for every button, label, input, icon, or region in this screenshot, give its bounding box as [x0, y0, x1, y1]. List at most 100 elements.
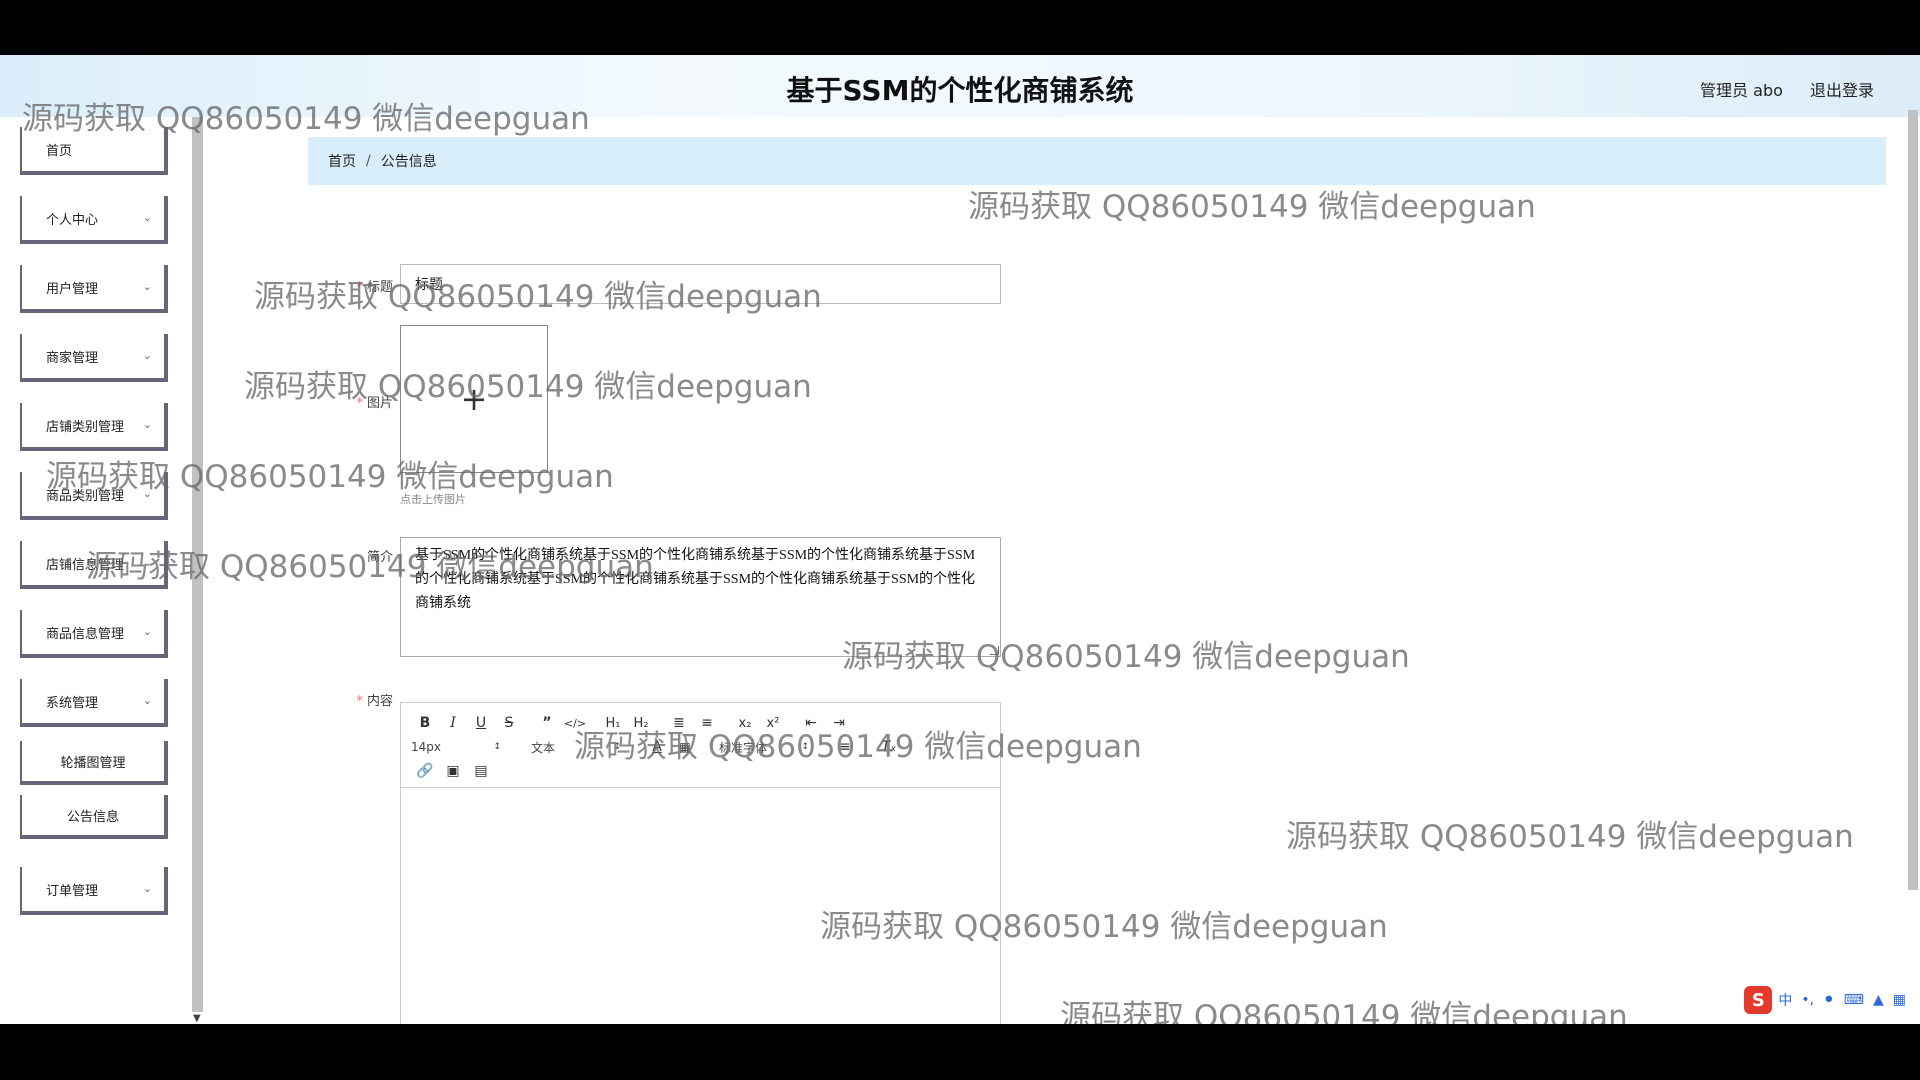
- sidebar-item-label: 订单管理: [46, 883, 99, 899]
- chevron-down-icon: ⌄: [142, 349, 152, 362]
- heading-1-icon[interactable]: H₁: [599, 712, 627, 734]
- chevron-down-icon: ⌄: [142, 418, 152, 431]
- title-input[interactable]: 标题: [400, 264, 1001, 304]
- background-color-icon[interactable]: ▦: [671, 736, 699, 758]
- intro-label: 简介: [273, 546, 393, 565]
- toolbar-row-3: 🔗 ▣ ▤: [411, 759, 495, 783]
- chevron-down-icon: ⌄: [142, 556, 152, 569]
- required-mark: *: [356, 280, 363, 295]
- code-block-icon[interactable]: </>: [561, 712, 589, 734]
- sidebar-scrollbar[interactable]: [192, 117, 203, 1012]
- image-label: * 图片: [273, 392, 393, 411]
- sidebar-subitem-carousel[interactable]: 轮播图管理: [20, 741, 168, 785]
- select-arrows-icon: ↕: [613, 742, 621, 752]
- user-name: 管理员 abo: [1700, 81, 1783, 100]
- app-title: 基于SSM的个性化商铺系统: [786, 74, 1134, 107]
- strikethrough-icon[interactable]: S: [495, 712, 523, 734]
- scroll-down-arrow-icon[interactable]: ▼: [193, 1013, 201, 1024]
- blockquote-icon[interactable]: ”: [533, 712, 561, 734]
- required-mark: *: [356, 694, 363, 709]
- sidebar-item-label: 个人中心: [46, 212, 99, 228]
- page-scrollbar[interactable]: [1908, 110, 1918, 890]
- indent-icon[interactable]: ⇥: [825, 712, 853, 734]
- logout-link[interactable]: 退出登录: [1810, 81, 1874, 100]
- sidebar-item-order-management[interactable]: 订单管理 ⌄: [20, 867, 168, 915]
- font-color-icon[interactable]: A: [643, 736, 671, 758]
- sidebar-item-merchant-management[interactable]: 商家管理 ⌄: [20, 334, 168, 382]
- sidebar-item-product-info[interactable]: 商品信息管理 ⌄: [20, 610, 168, 658]
- heading-2-icon[interactable]: H₂: [627, 712, 655, 734]
- microphone-icon[interactable]: ⚫: [1823, 992, 1835, 1008]
- sidebar: 首页 个人中心 ⌄ 用户管理 ⌄ 商家管理 ⌄ 店铺类别管理 ⌄ 商品类别管理 …: [0, 117, 205, 1024]
- link-icon[interactable]: 🔗: [411, 760, 439, 782]
- video-icon[interactable]: ▤: [467, 760, 495, 782]
- sidebar-item-label: 系统管理: [46, 695, 99, 711]
- bold-icon[interactable]: B: [411, 712, 439, 734]
- intro-textarea[interactable]: 基于SSM的个性化商铺系统基于SSM的个性化商铺系统基于SSM的个性化商铺系统基…: [400, 537, 1001, 657]
- sidebar-item-label: 首页: [46, 143, 73, 159]
- sidebar-item-label: 公告信息: [66, 809, 119, 825]
- title-label: * 标题: [273, 276, 393, 295]
- ime-toolbar[interactable]: S 中 •, ⚫ ⌨ ▲ ▦: [1744, 986, 1906, 1014]
- breadcrumb-separator: /: [366, 153, 371, 169]
- sidebar-item-product-category[interactable]: 商品类别管理 ⌄: [20, 472, 168, 520]
- rich-text-editor[interactable]: B I U S ” </> H₁ H₂ ≣ ≡ x₂ x² ⇤ ⇥ 14px ↕: [400, 702, 1001, 1024]
- ime-lang[interactable]: 中: [1778, 990, 1792, 1010]
- editor-toolbar: B I U S ” </> H₁ H₂ ≣ ≡ x₂ x² ⇤ ⇥ 14px ↕: [401, 703, 1000, 788]
- content-label-text: 内容: [366, 694, 393, 709]
- clear-format-icon[interactable]: Tₓ: [875, 736, 903, 758]
- toolbar-row-1: B I U S ” </> H₁ H₂ ≣ ≡ x₂ x² ⇤ ⇥: [411, 711, 853, 735]
- sidebar-item-label: 轮播图管理: [60, 755, 126, 771]
- ordered-list-icon[interactable]: ≣: [665, 712, 693, 734]
- sidebar-item-shop-info[interactable]: 店铺信息管理 ⌄: [20, 541, 168, 589]
- select-arrows-icon: ↕: [493, 742, 501, 752]
- font-size-value: 14px: [411, 740, 441, 754]
- chevron-down-icon: ⌄: [142, 211, 152, 224]
- underline-icon[interactable]: U: [467, 712, 495, 734]
- sidebar-item-label: 用户管理: [46, 281, 99, 297]
- image-icon[interactable]: ▣: [439, 760, 467, 782]
- sidebar-item-shop-category[interactable]: 店铺类别管理 ⌄: [20, 403, 168, 451]
- text-type-value: 文本: [531, 740, 556, 755]
- sidebar-item-label: 商品类别管理: [46, 488, 125, 504]
- upload-tip: 点击上传图片: [400, 493, 466, 506]
- breadcrumb-home[interactable]: 首页: [328, 151, 356, 171]
- top-header: 基于SSM的个性化商铺系统 管理员 abo 退出登录: [0, 55, 1920, 117]
- sidebar-item-system-management[interactable]: 系统管理 ⌄: [20, 679, 168, 727]
- intro-text: 基于SSM的个性化商铺系统基于SSM的个性化商铺系统基于SSM的个性化商铺系统基…: [415, 548, 976, 611]
- chevron-down-icon: ⌄: [142, 487, 152, 500]
- font-size-select[interactable]: 14px ↕: [411, 736, 507, 758]
- breadcrumb: 首页 / 公告信息: [308, 137, 1886, 185]
- skin-icon[interactable]: ▲: [1873, 992, 1884, 1008]
- align-icon[interactable]: ≡: [831, 736, 859, 758]
- sidebar-item-label: 商家管理: [46, 350, 99, 366]
- resize-handle-icon[interactable]: [990, 646, 999, 655]
- italic-icon[interactable]: I: [439, 712, 467, 734]
- sidebar-subitem-notice[interactable]: 公告信息: [20, 795, 168, 839]
- breadcrumb-current: 公告信息: [380, 154, 437, 170]
- chevron-down-icon: ⌄: [142, 882, 152, 895]
- keyboard-icon[interactable]: ⌨: [1844, 992, 1864, 1008]
- app-window: 基于SSM的个性化商铺系统 管理员 abo 退出登录 首页 个人中心 ⌄ 用户管…: [0, 55, 1920, 1024]
- image-upload-box[interactable]: +: [400, 325, 548, 473]
- chevron-down-icon: ⌄: [142, 694, 152, 707]
- outdent-icon[interactable]: ⇤: [797, 712, 825, 734]
- punctuation-icon[interactable]: •,: [1801, 992, 1814, 1008]
- chevron-down-icon: ⌄: [142, 625, 152, 638]
- bullet-list-icon[interactable]: ≡: [693, 712, 721, 734]
- content-label: * 内容: [273, 690, 393, 709]
- image-label-text: 图片: [366, 396, 393, 411]
- sidebar-item-personal-center[interactable]: 个人中心 ⌄: [20, 196, 168, 244]
- font-family-select[interactable]: 标准字体 ↕: [719, 736, 815, 758]
- sidebar-item-label: 店铺信息管理: [46, 557, 125, 573]
- text-type-select[interactable]: 文本 ↕: [531, 736, 627, 758]
- sougou-logo-icon: S: [1744, 986, 1773, 1014]
- chevron-down-icon: ⌄: [142, 280, 152, 293]
- toolbox-icon[interactable]: ▦: [1893, 992, 1906, 1008]
- sidebar-item-home[interactable]: 首页: [20, 127, 168, 175]
- user-area: 管理员 abo 退出登录: [1678, 77, 1874, 101]
- sidebar-item-user-management[interactable]: 用户管理 ⌄: [20, 265, 168, 313]
- title-label-text: 标题: [366, 280, 393, 295]
- superscript-icon[interactable]: x²: [759, 712, 787, 734]
- subscript-icon[interactable]: x₂: [731, 712, 759, 734]
